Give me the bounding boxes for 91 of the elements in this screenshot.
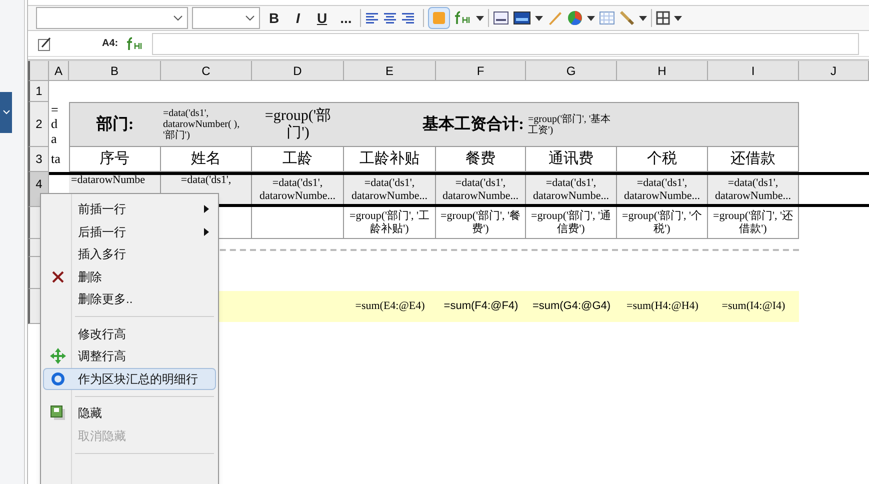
table-cell: 姓名 xyxy=(191,150,221,168)
format-button[interactable]: B xyxy=(264,8,284,28)
table-cell-text: =data('ds1', datarowNumber( ), '部门') xyxy=(163,108,241,141)
menu-item[interactable]: 调整行高 xyxy=(43,345,216,368)
table-cell-text: =group('部门', '个税') xyxy=(621,210,703,235)
chevron-down-icon xyxy=(2,110,10,115)
menu-item[interactable]: 删除 xyxy=(43,266,216,288)
table-cell-text: =data('ds1', datarowNumbe... xyxy=(532,177,610,202)
align-icon[interactable] xyxy=(383,12,397,24)
table-cell: ta xyxy=(51,152,60,167)
edit-icon[interactable] xyxy=(38,36,52,50)
column-header[interactable]: D xyxy=(252,61,344,81)
table-cell-text: =group('部门', '还借款') xyxy=(712,210,794,235)
menu-item[interactable]: 插入多行 xyxy=(43,243,216,266)
caret-down-icon xyxy=(639,16,647,20)
caret-down-icon xyxy=(476,16,484,20)
chevron-down-icon xyxy=(173,15,183,21)
table-cell-text: =group('部门', '餐费') xyxy=(440,210,522,235)
column-header[interactable]: C xyxy=(161,61,252,81)
row-header[interactable]: 2 xyxy=(28,102,49,147)
format-button[interactable]: ... xyxy=(336,8,356,28)
image-icon[interactable] xyxy=(513,11,531,25)
table-cell-text: =group('部门', '工龄补贴') xyxy=(348,210,430,235)
table-cell-text: =group('部门', '基本工资') xyxy=(528,114,612,136)
row-header[interactable]: 3 xyxy=(28,147,49,172)
align-icon[interactable] xyxy=(365,12,379,24)
formula-icon xyxy=(454,11,472,25)
row-number: 1 xyxy=(36,83,42,100)
row-number: 2 xyxy=(36,116,42,133)
text-box-icon[interactable] xyxy=(493,11,509,25)
table-cell-text: =group('部门', '通信费') xyxy=(530,210,612,235)
brush-icon[interactable] xyxy=(619,10,635,26)
table-cell-text: =group('部门') xyxy=(264,108,332,141)
table-cell: 工龄补贴 xyxy=(360,150,420,168)
menu-item[interactable]: 修改行高 xyxy=(43,322,216,345)
table-cell: 基本工资合计: xyxy=(422,116,524,134)
border-icon[interactable] xyxy=(656,11,670,25)
table-icon[interactable] xyxy=(599,11,615,25)
pie-chart-icon[interactable] xyxy=(567,10,583,26)
table-cell: 通讯费 xyxy=(548,150,594,168)
table-cell: =data('ds1', xyxy=(180,174,232,186)
table-cell-text: = da xyxy=(51,103,60,146)
menu-item[interactable]: 隐藏 xyxy=(43,402,216,424)
formula-input[interactable] xyxy=(152,32,859,54)
move-arrows-icon xyxy=(50,348,66,364)
table-cell: 序号 xyxy=(100,150,130,168)
table-cell: =sum(G4:@G4) xyxy=(532,300,611,313)
table-cell-text: =data('ds1', datarowNumbe... xyxy=(350,177,429,202)
table-cell: 个税 xyxy=(647,150,677,168)
table-cell: 还借款 xyxy=(730,150,776,168)
table-cell: 工龄 xyxy=(282,150,312,168)
row-number: 4 xyxy=(36,176,42,193)
table-cell-text: =data('ds1', datarowNumbe... xyxy=(441,177,520,202)
table-cell: 部门: xyxy=(96,116,134,134)
caret-down-icon xyxy=(587,16,595,20)
format-button[interactable]: U xyxy=(312,8,332,28)
format-button[interactable]: I xyxy=(288,8,308,28)
align-icon[interactable] xyxy=(401,12,415,24)
caret-down-icon xyxy=(674,16,682,20)
column-header[interactable]: I xyxy=(708,61,799,81)
row-header[interactable]: 1 xyxy=(28,81,49,102)
close-icon xyxy=(52,270,64,283)
column-header[interactable]: H xyxy=(617,61,708,81)
table-cell: =sum(F4:@F4) xyxy=(444,300,518,313)
table-cell-text: =data('ds1', datarowNumbe... xyxy=(714,177,792,202)
column-header[interactable]: B xyxy=(69,61,161,81)
column-header[interactable]: E xyxy=(344,61,436,81)
cell-reference: A4: xyxy=(102,37,118,51)
formula-icon xyxy=(126,36,144,50)
column-header[interactable]: A xyxy=(49,61,69,81)
column-header[interactable]: J xyxy=(799,61,869,81)
table-cell-text: =data('ds1', datarowNumbe... xyxy=(258,177,337,202)
table-cell: =sum(E4:@E4) xyxy=(355,300,425,313)
ring-icon xyxy=(51,372,65,386)
table-cell: =sum(H4:@H4) xyxy=(626,300,698,313)
table-cell-text: =data('ds1', datarowNumbe... xyxy=(622,177,702,202)
row-number: 3 xyxy=(36,151,42,168)
table-cell: 餐费 xyxy=(466,150,496,168)
column-header[interactable]: G xyxy=(526,61,617,81)
document-icon xyxy=(50,405,66,422)
menu-item[interactable]: 后插一行 xyxy=(43,220,216,243)
corner-cell[interactable] xyxy=(28,61,49,81)
chevron-down-icon xyxy=(245,15,255,21)
column-header[interactable]: F xyxy=(436,61,526,81)
table-cell: =datarowNumbe xyxy=(71,174,146,186)
square-icon xyxy=(432,11,446,25)
table-cell: =sum(I4:@I4) xyxy=(722,300,786,313)
cell-style-button[interactable] xyxy=(428,7,450,29)
caret-down-icon xyxy=(535,16,543,20)
menu-item[interactable]: 删除更多.. xyxy=(43,288,216,310)
menu-item[interactable]: 作为区块汇总的明细行 xyxy=(43,368,216,390)
